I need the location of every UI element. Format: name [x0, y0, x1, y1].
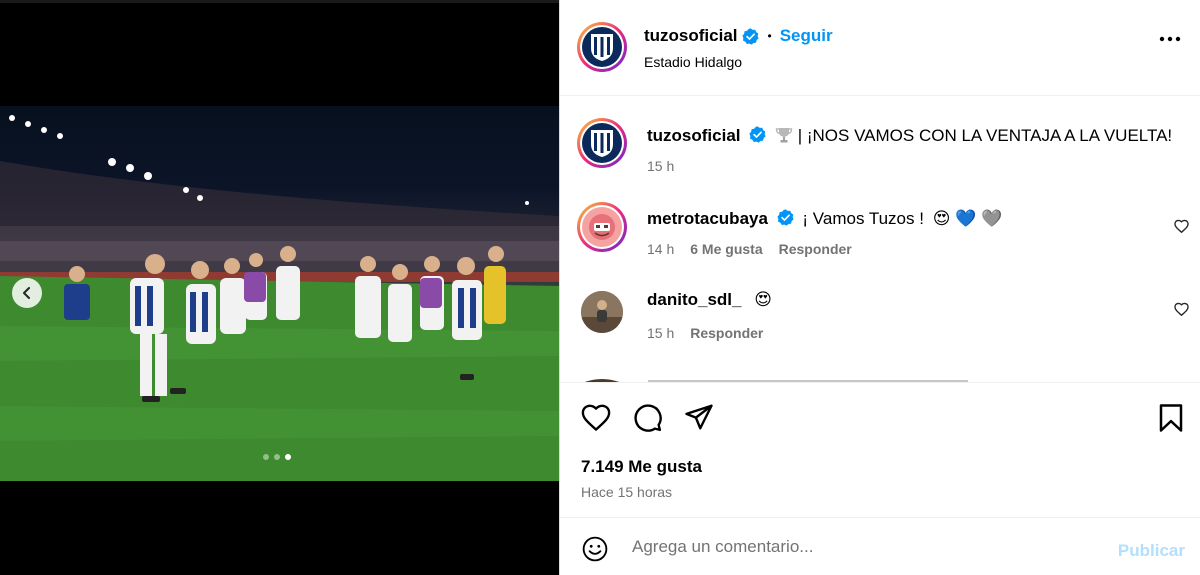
- carousel-indicators: [263, 454, 291, 460]
- comment-like-heart-icon[interactable]: [1174, 219, 1189, 233]
- post-location[interactable]: Estadio Hidalgo: [644, 54, 742, 70]
- caption-username[interactable]: tuzosoficial: [647, 126, 741, 145]
- comment-input[interactable]: [632, 532, 1102, 562]
- post-header: tuzosoficial • Seguir Estadio Hidalgo: [560, 0, 1200, 96]
- emoji-picker-icon[interactable]: [582, 536, 608, 562]
- comment-emojis: 😍 💙 🩶: [932, 209, 1003, 228]
- caption-meta: 15 h: [647, 158, 674, 174]
- club-crest-icon: [591, 34, 613, 61]
- avatar[interactable]: [577, 22, 627, 72]
- avatar[interactable]: [581, 291, 623, 333]
- top-strip: [0, 0, 559, 3]
- like-heart-icon[interactable]: [581, 403, 611, 431]
- club-crest-icon: [591, 130, 613, 157]
- comment-username[interactable]: metrotacubaya: [647, 209, 768, 228]
- caption-timestamp[interactable]: 15 h: [647, 158, 674, 174]
- avatar[interactable]: [577, 202, 627, 252]
- comment-timestamp[interactable]: 14 h: [647, 241, 674, 257]
- metro-logo-icon: [589, 214, 615, 240]
- comment-like-count[interactable]: 6 Me gusta: [690, 241, 762, 257]
- comment-meta: 15 h Responder: [647, 325, 763, 341]
- comment-text-line: danito_sdl_ 😍: [647, 290, 772, 310]
- carousel-dot: [274, 454, 280, 460]
- comment-text: ¡ Vamos Tuzos !: [802, 209, 924, 228]
- avatar[interactable]: [577, 118, 627, 168]
- like-count[interactable]: 7.149 Me gusta: [581, 457, 702, 477]
- post-details-panel: tuzosoficial • Seguir Estadio Hidalgo tu…: [559, 0, 1200, 575]
- follow-button[interactable]: Seguir: [780, 26, 833, 46]
- carousel-prev-button[interactable]: [12, 278, 42, 308]
- comment-text-line: metrotacubaya ¡ Vamos Tuzos ! 😍 💙 🩶: [647, 209, 1002, 229]
- post-photo: [0, 106, 559, 481]
- save-bookmark-icon[interactable]: [1158, 403, 1184, 433]
- comment-emojis: 😍: [754, 290, 772, 309]
- user-photo-icon: [581, 291, 623, 333]
- comment-username[interactable]: danito_sdl_: [647, 290, 741, 309]
- verified-badge-icon: [749, 126, 766, 143]
- post-actions: 7.149 Me gusta Hace 15 horas: [560, 382, 1200, 518]
- media-panel: [0, 0, 559, 575]
- caption-text: | ¡NOS VAMOS CON LA VENTAJA A LA VUELTA!: [797, 126, 1173, 145]
- account-name[interactable]: tuzosoficial: [644, 26, 738, 46]
- share-send-icon[interactable]: [684, 403, 714, 431]
- verified-badge-icon: [741, 27, 759, 45]
- caption-text-line: tuzosoficial | ¡NOS VAMOS CON LA VENTAJA…: [647, 126, 1172, 146]
- publish-button[interactable]: Publicar: [1118, 541, 1185, 561]
- more-options-icon[interactable]: [1159, 36, 1181, 42]
- comment-bubble-icon[interactable]: [633, 403, 663, 433]
- instagram-post-modal: tuzosoficial • Seguir Estadio Hidalgo tu…: [0, 0, 1200, 575]
- verified-badge-icon: [777, 209, 794, 226]
- comment-timestamp[interactable]: 15 h: [647, 325, 674, 341]
- carousel-dot-active: [285, 454, 291, 460]
- comments-list: tuzosoficial | ¡NOS VAMOS CON LA VENTAJA…: [560, 97, 1200, 382]
- comment-composer: Publicar: [560, 517, 1200, 575]
- stadium-illustration: [0, 115, 559, 481]
- comment-like-heart-icon[interactable]: [1174, 302, 1189, 316]
- chevron-left-icon: [23, 287, 30, 299]
- comment-meta: 14 h 6 Me gusta Responder: [647, 241, 852, 257]
- separator-dot: •: [767, 29, 772, 43]
- trophy-icon: [775, 128, 793, 143]
- carousel-dot: [263, 454, 269, 460]
- header-user-line: tuzosoficial • Seguir: [644, 26, 833, 46]
- reply-button[interactable]: Responder: [690, 325, 763, 341]
- post-time[interactable]: Hace 15 horas: [581, 484, 672, 500]
- reply-button[interactable]: Responder: [779, 241, 852, 257]
